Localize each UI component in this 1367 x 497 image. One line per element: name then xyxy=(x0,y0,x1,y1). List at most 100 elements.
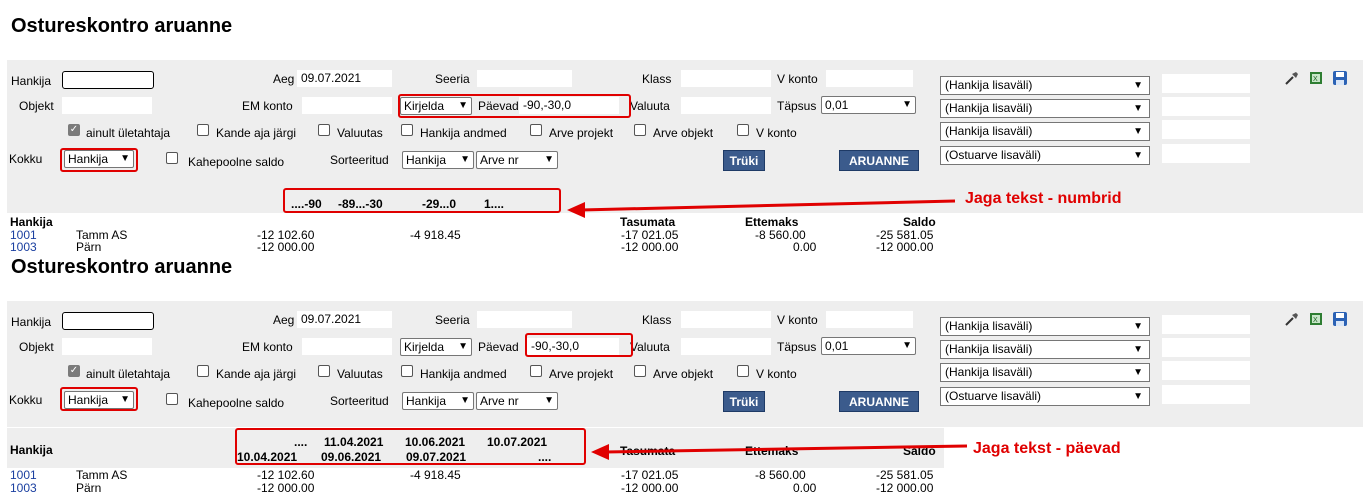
print-button[interactable]: Trüki xyxy=(723,391,765,412)
side-select-3[interactable]: (Hankija lisaväli) ▼ xyxy=(940,122,1150,141)
seeria-input[interactable] xyxy=(477,311,572,328)
valuutas-checkbox[interactable] xyxy=(318,124,330,136)
klass-label: Klass xyxy=(642,313,672,327)
svg-text:X: X xyxy=(1313,317,1318,324)
supplier-name: Pärn xyxy=(76,481,102,495)
valuutas-checkbox[interactable] xyxy=(318,365,330,377)
side-input-1[interactable] xyxy=(1162,74,1250,93)
hankija-label: Hankija xyxy=(11,315,52,329)
ainult-checkbox[interactable]: ✓ xyxy=(68,365,80,377)
hankija-input[interactable] xyxy=(62,71,154,89)
svg-text:X: X xyxy=(1313,76,1318,83)
v-konto-label: V konto xyxy=(756,126,797,140)
kokku-highlight xyxy=(60,387,138,411)
kande-checkbox[interactable] xyxy=(197,365,209,377)
emkonto-input[interactable] xyxy=(302,97,392,114)
klass-input[interactable] xyxy=(681,70,771,87)
tapsus-select[interactable]: 0,01 ▼ xyxy=(821,337,916,355)
tapsus-label: Täpsus xyxy=(777,340,817,354)
kirjelda-select[interactable]: Kirjelda ▼ xyxy=(400,338,472,356)
arve-objekt-checkbox[interactable] xyxy=(634,365,646,377)
v-konto-label: V konto xyxy=(756,367,797,381)
kokku-label: Kokku xyxy=(9,152,43,166)
vkonto-input[interactable] xyxy=(826,311,913,328)
klass-input[interactable] xyxy=(681,311,771,328)
arve-projekt-checkbox[interactable] xyxy=(530,124,542,136)
annotation-label: Jaga tekst - numbrid xyxy=(965,190,1122,207)
side-select-4[interactable]: (Ostuarve lisaväli) ▼ xyxy=(940,146,1150,165)
wrench-icon[interactable] xyxy=(1284,311,1300,327)
excel-icon[interactable]: X xyxy=(1308,70,1324,86)
emkonto-input[interactable] xyxy=(302,338,392,355)
print-button[interactable]: Trüki xyxy=(723,150,765,171)
kande-checkbox[interactable] xyxy=(197,124,209,136)
side-select-2[interactable]: (Hankija lisaväli) ▼ xyxy=(940,99,1150,118)
bucket-value: -12 000.00 xyxy=(257,481,315,495)
objekt-input[interactable] xyxy=(62,338,152,355)
valuuta-input[interactable] xyxy=(681,97,771,114)
side-input-3[interactable] xyxy=(1162,120,1250,139)
ainult-checkbox[interactable]: ✓ xyxy=(68,124,80,136)
kahepoolne-label: Kahepoolne saldo xyxy=(188,396,285,410)
chevron-down-icon: ▼ xyxy=(1133,80,1143,91)
sort1-select[interactable]: Hankija ▼ xyxy=(402,151,474,169)
v-konto-checkbox[interactable] xyxy=(737,124,749,136)
supplier-id-link[interactable]: 1003 xyxy=(10,481,37,495)
klass-label: Klass xyxy=(642,72,672,86)
side-input-3[interactable] xyxy=(1162,361,1250,380)
valuuta-input[interactable] xyxy=(681,338,771,355)
arve-projekt-checkbox[interactable] xyxy=(530,365,542,377)
aeg-input[interactable]: 09.07.2021 xyxy=(297,70,392,87)
side-input-1[interactable] xyxy=(1162,315,1250,334)
hankija-andmed-checkbox[interactable] xyxy=(401,124,413,136)
emkonto-label: EM konto xyxy=(242,99,293,113)
side-select-2[interactable]: (Hankija lisaväli) ▼ xyxy=(940,340,1150,359)
saldo-value: -25 581.05 xyxy=(876,468,934,482)
chevron-down-icon: ▼ xyxy=(1133,103,1143,114)
save-icon[interactable] xyxy=(1332,70,1348,86)
wrench-icon[interactable] xyxy=(1284,70,1300,86)
save-icon[interactable] xyxy=(1332,311,1348,327)
side-input-2[interactable] xyxy=(1162,97,1250,116)
tapsus-select[interactable]: 0,01 ▼ xyxy=(821,96,916,114)
side-input-4[interactable] xyxy=(1162,385,1250,404)
objekt-input[interactable] xyxy=(62,97,152,114)
side-input-2[interactable] xyxy=(1162,338,1250,357)
valuuta-label: Valuuta xyxy=(630,340,670,354)
hankija-input[interactable] xyxy=(62,312,154,330)
side-input-4[interactable] xyxy=(1162,144,1250,163)
chevron-down-icon: ▼ xyxy=(1133,367,1143,378)
bucket-value: -4 918.45 xyxy=(410,468,461,482)
chevron-down-icon: ▼ xyxy=(544,154,554,165)
report-button[interactable]: ARUANNE xyxy=(839,391,919,412)
arve-objekt-label: Arve objekt xyxy=(653,126,714,140)
aeg-input[interactable]: 09.07.2021 xyxy=(297,311,392,328)
report-button[interactable]: ARUANNE xyxy=(839,150,919,171)
table-row: 1001 Tamm AS -12 102.60 -4 918.45 -17 02… xyxy=(7,228,944,242)
supplier-id-link[interactable]: 1001 xyxy=(10,468,37,482)
hankija-andmed-checkbox[interactable] xyxy=(401,365,413,377)
col-hankija-header: Hankija xyxy=(10,443,53,457)
side-select-3[interactable]: (Hankija lisaväli) ▼ xyxy=(940,363,1150,382)
sort2-select[interactable]: Arve nr ▼ xyxy=(476,151,558,169)
side-select-4[interactable]: (Ostuarve lisaväli) ▼ xyxy=(940,387,1150,406)
seeria-label: Seeria xyxy=(435,72,470,86)
report-panel-2: Ostureskontro aruanne Hankija Aeg 09.07.… xyxy=(7,248,1363,497)
sort1-select[interactable]: Hankija ▼ xyxy=(402,392,474,410)
sort2-select[interactable]: Arve nr ▼ xyxy=(476,392,558,410)
kahepoolne-checkbox[interactable] xyxy=(166,152,178,164)
ainult-label: ainult ületahtaja xyxy=(86,126,171,140)
side-select-1[interactable]: (Hankija lisaväli) ▼ xyxy=(940,317,1150,336)
arve-objekt-checkbox[interactable] xyxy=(634,124,646,136)
seeria-input[interactable] xyxy=(477,70,572,87)
v-konto-checkbox[interactable] xyxy=(737,365,749,377)
seeria-label: Seeria xyxy=(435,313,470,327)
kahepoolne-checkbox[interactable] xyxy=(166,393,178,405)
vkonto-input[interactable] xyxy=(826,70,913,87)
sorteeritud-label: Sorteeritud xyxy=(330,153,389,167)
kokku-highlight xyxy=(60,148,138,172)
side-select-1[interactable]: (Hankija lisaväli) ▼ xyxy=(940,76,1150,95)
excel-icon[interactable]: X xyxy=(1308,311,1324,327)
chevron-down-icon: ▼ xyxy=(902,340,912,351)
hankija-andmed-label: Hankija andmed xyxy=(420,367,507,381)
